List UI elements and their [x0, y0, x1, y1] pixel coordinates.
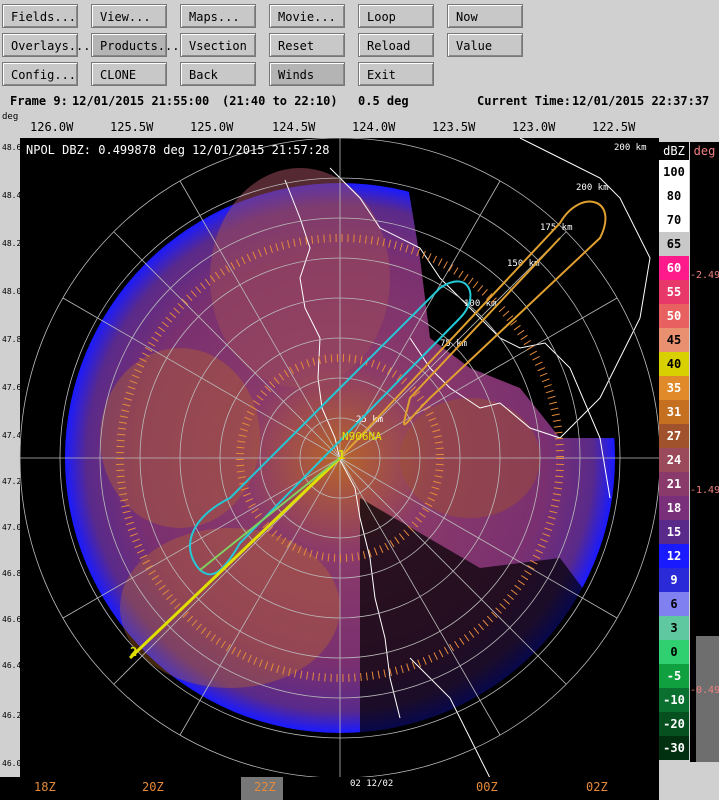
- waypoint-1-label: 1: [338, 448, 345, 462]
- legend-entry: 27: [659, 424, 689, 448]
- lat-tick: 47.8: [2, 335, 21, 344]
- lat-tick: 46.8: [2, 569, 21, 578]
- vsection-button[interactable]: Vsection: [180, 33, 256, 57]
- lon-tick: 124.0W: [352, 120, 396, 134]
- products-button[interactable]: Products...: [91, 33, 179, 57]
- maps-button[interactable]: Maps...: [180, 4, 256, 28]
- legend-entry: -10: [659, 688, 689, 712]
- angle-tick: -0.49: [690, 685, 719, 696]
- back-button[interactable]: Back: [180, 62, 256, 86]
- lat-tick: 47.2: [2, 477, 21, 486]
- current-time-label: Current Time:: [477, 94, 571, 108]
- time-axis: 18Z 20Z 22Z 02 12/02 00Z 02Z: [0, 777, 659, 800]
- range-label: 200 km: [614, 143, 647, 153]
- legend-entry: 0: [659, 640, 689, 664]
- longitude-axis: deg 126.0W 125.5W 125.0W 124.5W 124.0W 1…: [0, 110, 659, 138]
- lon-tick: 125.0W: [190, 120, 234, 134]
- legend-unit-2: deg: [690, 142, 719, 160]
- status-bar: Frame 9: 12/01/2015 21:55:00 (21:40 to 2…: [0, 92, 719, 110]
- angle-tick: -2.49: [690, 270, 719, 281]
- overlays-button[interactable]: Overlays...: [2, 33, 90, 57]
- waypoint-2-label: 2: [130, 645, 137, 659]
- time-tick: 00Z: [476, 780, 498, 794]
- legend-entry: 65: [659, 232, 689, 256]
- elevation-value: 0.5 deg: [358, 94, 409, 108]
- fields-button[interactable]: Fields...: [2, 4, 78, 28]
- legend-entry: 55: [659, 280, 689, 304]
- angle-bar: -2.49 -1.49 -0.49: [690, 160, 719, 762]
- legend-entry: -30: [659, 736, 689, 760]
- winds-button[interactable]: Winds: [269, 62, 345, 86]
- current-time-value: 12/01/2015 22:37:37: [572, 94, 710, 108]
- lat-tick: 48.0: [2, 287, 21, 296]
- lon-tick: 123.0W: [512, 120, 556, 134]
- lat-tick: 48.6: [2, 143, 21, 152]
- time-tick: 20Z: [142, 780, 164, 794]
- legend-entry: 31: [659, 400, 689, 424]
- lat-tick: 48.4: [2, 191, 21, 200]
- reload-button[interactable]: Reload: [358, 33, 434, 57]
- frame-time: 12/01/2015 21:55:00: [72, 94, 210, 108]
- legend-entry: 35: [659, 376, 689, 400]
- corner-label: deg: [2, 112, 19, 122]
- lat-tick: 47.0: [2, 523, 21, 532]
- lon-tick: 122.5W: [592, 120, 636, 134]
- lat-tick: 46.4: [2, 661, 21, 670]
- legend-entry: 100: [659, 160, 689, 184]
- legend-entry: 9: [659, 568, 689, 592]
- legend-entry: 50: [659, 304, 689, 328]
- lat-tick: 48.2: [2, 239, 21, 248]
- legend-entry: 40: [659, 352, 689, 376]
- view-button[interactable]: View...: [91, 4, 167, 28]
- config-button[interactable]: Config...: [2, 62, 78, 86]
- lon-tick: 125.5W: [110, 120, 154, 134]
- legend-entry: 80: [659, 184, 689, 208]
- lat-tick: 46.6: [2, 615, 21, 624]
- lat-tick: 46.0: [2, 759, 21, 768]
- movie-button[interactable]: Movie...: [269, 4, 345, 28]
- legend-entry: 6: [659, 592, 689, 616]
- range-label: 200 km: [576, 183, 609, 193]
- lat-tick: 47.4: [2, 431, 21, 440]
- legend-entry: 60: [659, 256, 689, 280]
- legend-entry: 18: [659, 496, 689, 520]
- exit-button[interactable]: Exit: [358, 62, 434, 86]
- date-mark: 02 12/02: [350, 779, 394, 789]
- legend-entry: 3: [659, 616, 689, 640]
- color-legend: dBZ deg 100 80 70 65 60 55 50 45 40 35 31 27 24 21 18 1…: [659, 142, 719, 762]
- lat-tick: 46.2: [2, 711, 21, 720]
- legend-entry: -20: [659, 712, 689, 736]
- plot-title: NPOL DBZ: 0.499878 deg 12/01/2015 21:57:…: [26, 143, 329, 157]
- value-button[interactable]: Value: [447, 33, 523, 57]
- lat-tick: 47.6: [2, 383, 21, 392]
- time-tick: 18Z: [34, 780, 56, 794]
- loop-button[interactable]: Loop: [358, 4, 434, 28]
- legend-entry: 24: [659, 448, 689, 472]
- legend-entry: 45: [659, 328, 689, 352]
- legend-entry: 15: [659, 520, 689, 544]
- lon-tick: 126.0W: [30, 120, 74, 134]
- now-button[interactable]: Now: [447, 4, 523, 28]
- legend-entry: -5: [659, 664, 689, 688]
- frame-label: Frame 9:: [10, 94, 68, 108]
- lon-tick: 124.5W: [272, 120, 316, 134]
- angle-tick: -1.49: [690, 485, 719, 496]
- frame-range: (21:40 to 22:10): [222, 94, 338, 108]
- clone-button[interactable]: CLONE: [91, 62, 167, 86]
- lon-tick: 123.5W: [432, 120, 476, 134]
- radar-display[interactable]: 48.6 48.4 48.2 48.0 47.8 47.6 47.4 47.2 …: [0, 138, 659, 778]
- time-tick: 22Z: [254, 780, 276, 794]
- aircraft-label: N906NA: [342, 430, 382, 443]
- legend-entry: 12: [659, 544, 689, 568]
- legend-entry: 70: [659, 208, 689, 232]
- legend-unit: dBZ: [659, 142, 689, 160]
- reset-button[interactable]: Reset: [269, 33, 345, 57]
- time-tick: 02Z: [586, 780, 608, 794]
- legend-entry: 21: [659, 472, 689, 496]
